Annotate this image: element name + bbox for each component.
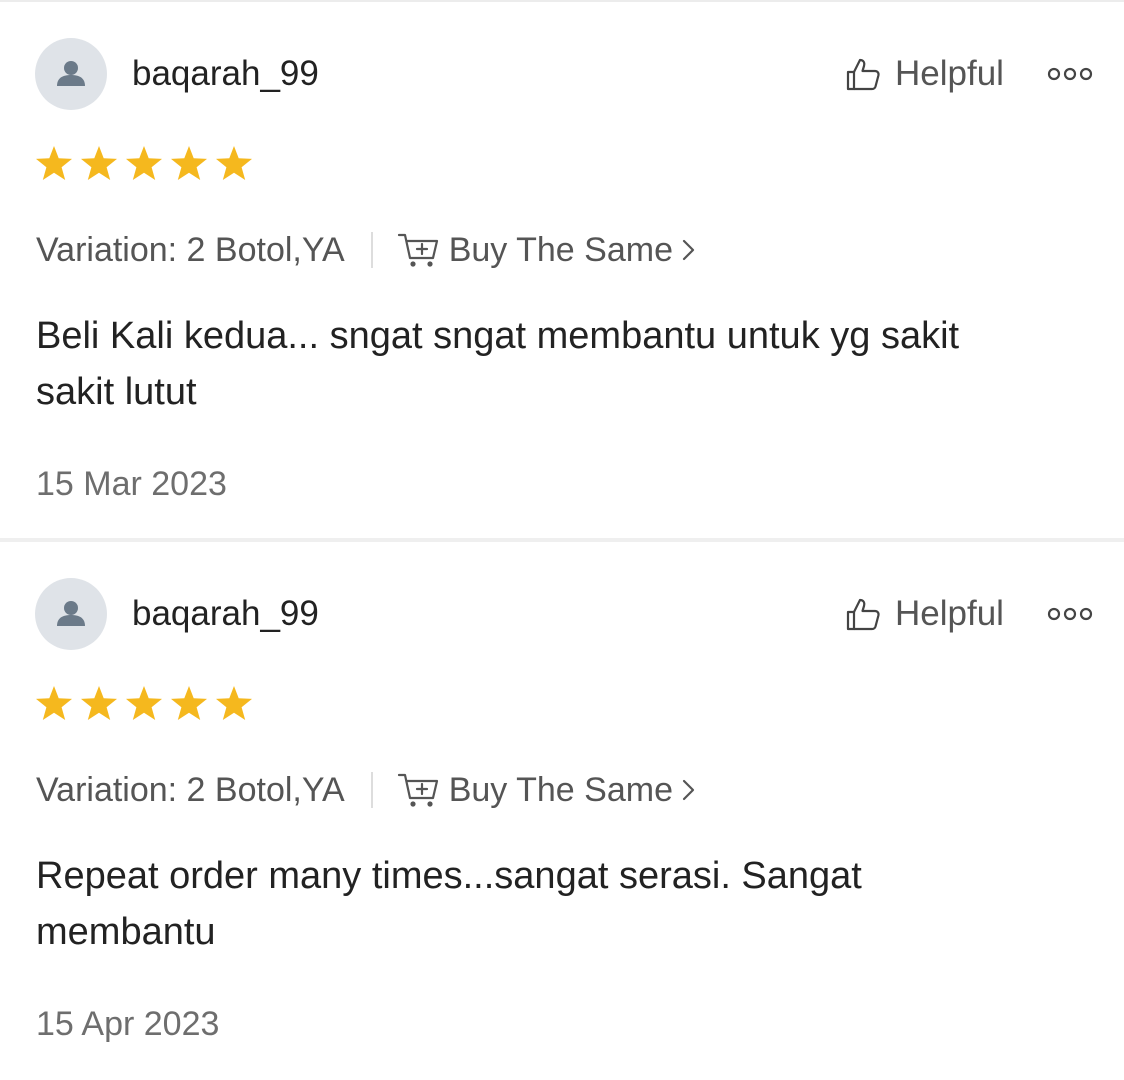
avatar[interactable] xyxy=(35,38,107,110)
buy-the-same-link[interactable]: Buy The Same xyxy=(397,230,697,270)
more-dots-icon[interactable] xyxy=(1046,62,1094,86)
review-date: 15 Mar 2023 xyxy=(36,465,227,503)
meta-separator xyxy=(370,232,373,268)
helpful-button[interactable]: Helpful xyxy=(845,50,1004,98)
star-rating xyxy=(34,144,259,184)
star-icon xyxy=(81,146,117,180)
meta-separator xyxy=(370,772,373,808)
username[interactable]: baqarah_99 xyxy=(132,592,319,636)
buy-the-same-label: Buy The Same xyxy=(448,230,673,269)
review-card: baqarah_99 Helpful Variation: 2 Botol,YA xyxy=(0,540,1124,1080)
star-icon xyxy=(126,146,162,180)
review-card: baqarah_99 Helpful Variation: 2 Botol,YA xyxy=(0,0,1124,540)
star-icon xyxy=(216,146,252,180)
star-icon xyxy=(81,686,117,720)
variation-label: Variation: 2 Botol,YA xyxy=(36,230,345,269)
star-icon xyxy=(171,146,207,180)
avatar[interactable] xyxy=(35,578,107,650)
chevron-right-icon xyxy=(682,779,695,801)
star-icon xyxy=(171,686,207,720)
user-silhouette-icon xyxy=(57,61,85,86)
user-silhouette-icon xyxy=(57,601,85,626)
helpful-label: Helpful xyxy=(895,54,1004,93)
thumbs-up-icon xyxy=(846,598,880,631)
star-icon xyxy=(36,146,72,180)
buy-the-same-label: Buy The Same xyxy=(448,770,673,809)
chevron-right-icon xyxy=(682,239,695,261)
more-dots-icon[interactable] xyxy=(1046,602,1094,626)
variation-label: Variation: 2 Botol,YA xyxy=(36,770,345,809)
review-comment: Beli Kali kedua... sngat sngat membantu … xyxy=(36,315,960,413)
cart-add-icon xyxy=(397,233,438,267)
buy-the-same-link[interactable]: Buy The Same xyxy=(397,770,697,810)
helpful-label: Helpful xyxy=(895,594,1004,633)
review-meta: Variation: 2 Botol,YA Buy The Same xyxy=(36,766,697,814)
username[interactable]: baqarah_99 xyxy=(132,52,319,96)
star-icon xyxy=(126,686,162,720)
review-meta: Variation: 2 Botol,YA Buy The Same xyxy=(36,226,697,274)
review-date: 15 Apr 2023 xyxy=(36,1005,220,1043)
star-icon xyxy=(216,686,252,720)
helpful-button[interactable]: Helpful xyxy=(845,590,1004,638)
review-comment: Repeat order many times...sangat serasi.… xyxy=(36,855,862,953)
star-rating xyxy=(34,684,259,724)
star-icon xyxy=(36,686,72,720)
thumbs-up-icon xyxy=(846,58,880,91)
cart-add-icon xyxy=(397,773,438,807)
